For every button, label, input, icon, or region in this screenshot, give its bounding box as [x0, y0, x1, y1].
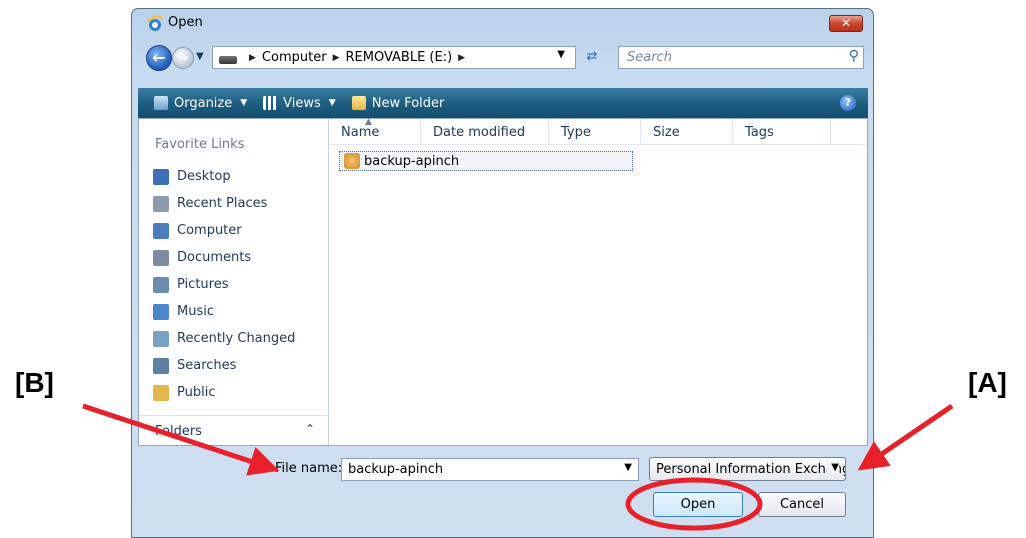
sidebar-item-label: Music	[177, 304, 214, 319]
search-input[interactable]: Search ⚲	[618, 46, 864, 69]
sidebar-item-recently-changed[interactable]: Recently Changed	[153, 325, 323, 352]
chevron-down-icon: ▼	[328, 98, 336, 108]
column-label: Date modified	[433, 125, 526, 140]
title-bar: Open ✕	[132, 9, 873, 37]
chevron-down-icon[interactable]: ▼	[624, 462, 632, 473]
browser-content: Favorite Links Desktop Recent Places Com…	[138, 117, 868, 446]
chevron-down-icon[interactable]: ▼	[827, 462, 839, 473]
chevron-right-icon[interactable]: ▶	[458, 53, 465, 63]
new-folder-label: New Folder	[371, 95, 445, 111]
sidebar-item-label: Recently Changed	[177, 331, 296, 346]
command-toolbar: Organize ▼ Views ▼ New Folder ?	[138, 88, 868, 118]
recently-changed-icon	[153, 330, 169, 347]
sidebar-item-public[interactable]: Public	[153, 379, 323, 406]
help-icon[interactable]: ?	[840, 95, 856, 111]
organize-icon	[154, 96, 168, 110]
views-icon	[263, 96, 278, 110]
sidebar-item-desktop[interactable]: Desktop	[153, 163, 323, 190]
window-title: Open	[168, 15, 203, 30]
public-icon	[153, 384, 169, 401]
file-list-pane: ▲ Name Date modified Type Size Tags backu…	[329, 117, 867, 445]
drive-icon	[219, 56, 237, 64]
file-type-value: Personal Information Exchang	[656, 462, 846, 477]
chevron-right-icon[interactable]: ▶	[249, 53, 256, 63]
sidebar-item-label: Desktop	[177, 169, 231, 184]
organize-label: Organize	[174, 95, 233, 111]
computer-icon	[153, 222, 169, 239]
search-placeholder: Search	[627, 50, 672, 65]
close-button[interactable]: ✕	[829, 15, 863, 32]
breadcrumb-removable[interactable]: REMOVABLE (E:)	[345, 50, 452, 65]
sidebar-item-documents[interactable]: Documents	[153, 244, 323, 271]
sidebar-item-searches[interactable]: Searches	[153, 352, 323, 379]
recent-places-icon	[153, 195, 169, 212]
navigation-pane: Favorite Links Desktop Recent Places Com…	[139, 119, 329, 445]
annotation-label-a: [A]	[968, 367, 1007, 398]
new-folder-icon	[351, 96, 366, 110]
favorite-links-header: Favorite Links	[155, 137, 245, 152]
desktop-icon	[153, 168, 169, 185]
certificate-file-icon	[344, 153, 360, 169]
music-icon	[153, 303, 169, 320]
bottom-panel: File name: backup-apinch ▼ Personal Info…	[138, 446, 868, 537]
searches-icon	[153, 357, 169, 374]
annotation-label-b: [B]	[15, 367, 54, 398]
file-name-input[interactable]: backup-apinch ▼	[341, 458, 639, 481]
column-label: Type	[561, 125, 591, 140]
chevron-up-icon[interactable]: ⌃	[305, 422, 315, 436]
sidebar-item-label: Public	[177, 385, 216, 400]
pictures-icon	[153, 276, 169, 293]
sidebar-item-pictures[interactable]: Pictures	[153, 271, 323, 298]
organize-button[interactable]: Organize ▼	[154, 96, 247, 111]
cancel-button[interactable]: Cancel	[758, 492, 846, 517]
forward-button[interactable]: →	[172, 47, 194, 69]
refresh-icon[interactable]: ⇄	[581, 47, 603, 68]
folders-toggle[interactable]: Folders ⌃	[139, 415, 329, 445]
views-label: Views	[283, 95, 321, 111]
sidebar-item-label: Pictures	[177, 277, 229, 292]
folders-label: Folders	[155, 424, 202, 439]
column-header-tags[interactable]: Tags	[733, 119, 831, 145]
address-bar-row: ← → ▼ ▶ Computer ▶ REMOVABLE (E:) ▶ ▼ ⇄ …	[138, 43, 868, 73]
search-icon[interactable]: ⚲	[849, 48, 859, 64]
sidebar-item-recent-places[interactable]: Recent Places	[153, 190, 323, 217]
file-name: backup-apinch	[364, 153, 460, 169]
column-header-date-modified[interactable]: Date modified	[421, 119, 549, 145]
sidebar-item-label: Documents	[177, 250, 252, 265]
breadcrumb-computer[interactable]: Computer	[262, 50, 327, 65]
list-item[interactable]: backup-apinch	[339, 151, 633, 171]
sidebar-item-computer[interactable]: Computer	[153, 217, 323, 244]
sidebar-item-label: Searches	[177, 358, 237, 373]
column-label: Name	[341, 125, 380, 140]
address-bar[interactable]: ▶ Computer ▶ REMOVABLE (E:) ▶ ▼	[212, 46, 576, 69]
column-header-size[interactable]: Size	[641, 119, 733, 145]
internet-explorer-icon	[147, 15, 164, 31]
file-type-select[interactable]: Personal Information Exchang ▼	[649, 457, 846, 481]
chevron-down-icon: ▼	[240, 98, 248, 108]
address-dropdown-icon[interactable]: ▼	[557, 49, 565, 60]
sidebar-item-music[interactable]: Music	[153, 298, 323, 325]
column-header-name[interactable]: ▲ Name	[329, 117, 421, 145]
column-label: Tags	[745, 125, 774, 140]
file-name-label: File name:	[275, 461, 343, 476]
column-header-type[interactable]: Type	[549, 119, 641, 145]
views-button[interactable]: Views ▼	[263, 96, 336, 111]
sort-ascending-icon: ▲	[365, 117, 372, 127]
open-button[interactable]: Open	[653, 492, 743, 517]
sidebar-item-label: Recent Places	[177, 196, 268, 211]
sidebar-item-label: Computer	[177, 223, 242, 238]
arrow-a	[857, 403, 954, 471]
new-folder-button[interactable]: New Folder	[351, 95, 445, 111]
open-dialog: Open ✕ ← → ▼ ▶ Computer ▶ REMOVABLE (E:)…	[131, 8, 874, 538]
column-label: Size	[653, 125, 680, 140]
chevron-right-icon[interactable]: ▶	[333, 53, 340, 63]
back-button[interactable]: ←	[146, 45, 172, 71]
favorite-links-list: Desktop Recent Places Computer Documents…	[153, 163, 323, 406]
file-name-value: backup-apinch	[348, 462, 444, 477]
column-headers: ▲ Name Date modified Type Size Tags	[329, 117, 867, 145]
history-dropdown-icon[interactable]: ▼	[196, 51, 204, 62]
documents-icon	[153, 249, 169, 266]
